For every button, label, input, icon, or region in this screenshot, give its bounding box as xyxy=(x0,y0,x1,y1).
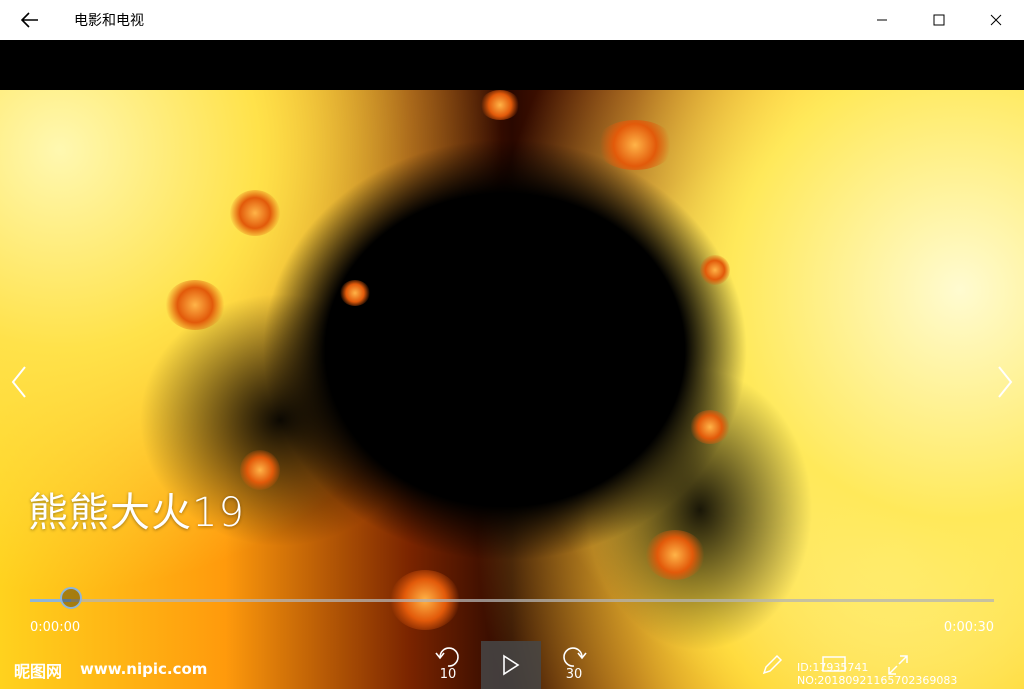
maximize-icon xyxy=(933,14,944,26)
pencil-icon xyxy=(762,654,783,675)
previous-button[interactable] xyxy=(6,360,32,404)
ember xyxy=(595,120,675,170)
ember xyxy=(645,530,705,580)
fast-forward-icon xyxy=(563,647,587,667)
minimize-icon xyxy=(876,19,887,21)
watermark-site-url: www.nipic.com xyxy=(80,660,208,678)
back-arrow-icon xyxy=(21,12,38,28)
skip-forward-button[interactable]: 30 xyxy=(556,641,592,689)
chevron-right-icon xyxy=(998,366,1013,398)
skip-forward-seconds: 30 xyxy=(565,667,583,682)
next-button[interactable] xyxy=(992,360,1018,404)
close-button[interactable] xyxy=(967,0,1024,40)
title-bar: 电影和电视 xyxy=(0,0,1024,40)
watermark-site-name: 昵图网 xyxy=(14,662,63,681)
minimize-button[interactable] xyxy=(853,0,910,40)
seek-bar[interactable] xyxy=(30,587,994,609)
edit-button[interactable] xyxy=(756,641,788,689)
skip-back-seconds: 10 xyxy=(439,667,457,682)
ember xyxy=(480,90,520,120)
window-controls xyxy=(853,0,1024,40)
ember xyxy=(690,410,730,444)
chevron-left-icon xyxy=(11,366,26,398)
current-time: 0:00:00 xyxy=(30,620,81,635)
play-button[interactable] xyxy=(481,641,541,689)
rewind-icon xyxy=(435,647,459,667)
maximize-button[interactable] xyxy=(910,0,967,40)
ember xyxy=(240,450,280,490)
ember xyxy=(165,280,225,330)
skip-back-button[interactable]: 10 xyxy=(430,641,466,689)
play-icon xyxy=(503,654,520,676)
video-area[interactable]: 熊熊大火19 0:00:00 0:00:30 10 30 昵图网 www.nip… xyxy=(0,40,1024,689)
ember xyxy=(700,255,730,285)
ember xyxy=(230,190,280,236)
ember xyxy=(340,280,370,306)
close-icon xyxy=(990,14,1001,26)
app-title: 电影和电视 xyxy=(74,13,144,29)
watermark-id: ID:17935741 NO:20180921165702369083 xyxy=(797,661,958,687)
duration: 0:00:30 xyxy=(943,620,994,635)
back-button[interactable] xyxy=(0,0,60,40)
video-title: 熊熊大火19 xyxy=(28,490,245,536)
